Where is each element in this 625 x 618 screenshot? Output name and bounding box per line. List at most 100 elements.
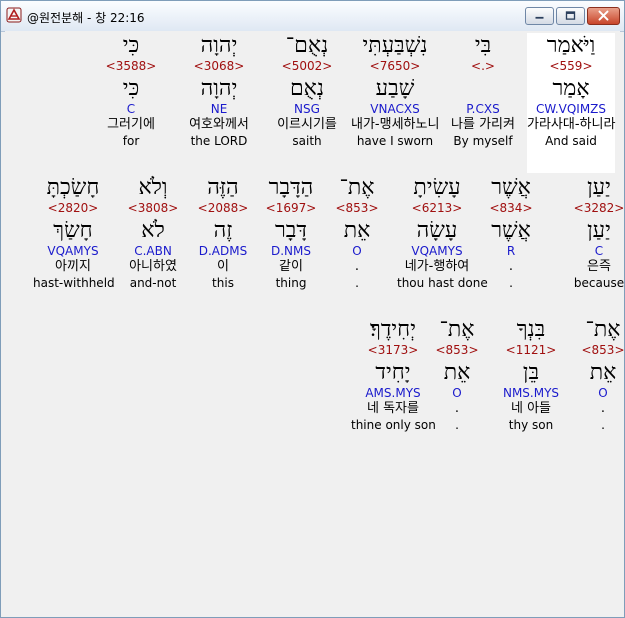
strong-number: <7650> xyxy=(369,59,421,73)
word-cell[interactable]: בִּי <.> P.CXS 나를 가리켜 By myself xyxy=(439,33,527,173)
korean-gloss: 아니하였 xyxy=(129,259,177,274)
morphology-code: C xyxy=(594,244,604,258)
strong-number: <.> xyxy=(471,59,495,73)
korean-gloss: 아끼지 xyxy=(55,259,91,274)
korean-gloss: . xyxy=(508,259,514,274)
hebrew-word: יְהוָה xyxy=(200,33,238,58)
hebrew-word: הַזֶּה xyxy=(207,175,239,200)
strong-number: <1121> xyxy=(505,343,557,357)
lexical-form: יְהוָה xyxy=(200,76,238,101)
english-gloss: the LORD xyxy=(190,134,248,148)
word-cell[interactable]: בִּנְךָ <1121> בֵּן NMS.MYS 네 아들 thy son xyxy=(489,317,573,457)
hebrew-word: נְאֻם־ xyxy=(285,33,329,58)
korean-gloss: 내가-맹세하노니 xyxy=(351,117,440,132)
english-gloss: have I sworn xyxy=(356,134,434,148)
hebrew-word: וְלֹא xyxy=(138,175,168,200)
morphology-code: AMS.MYS xyxy=(365,386,421,400)
english-gloss: thy son xyxy=(508,418,554,432)
word-cell[interactable]: אֲשֶׁר <834> אֲשֶׁר R.. xyxy=(471,175,551,315)
strong-number: <6213> xyxy=(411,201,463,215)
minimize-button[interactable] xyxy=(525,7,554,25)
english-gloss: saith xyxy=(292,134,322,148)
morphology-code: NE xyxy=(210,102,228,116)
close-icon xyxy=(598,10,609,21)
strong-number: <1697> xyxy=(265,201,317,215)
hebrew-word: יְחִידֶךָ׃ xyxy=(370,317,416,342)
korean-gloss: 나를 가리켜 xyxy=(451,117,515,132)
lexical-form: שָׁבַע xyxy=(375,76,415,101)
korean-gloss: 그러기에 xyxy=(107,117,155,132)
korean-gloss: 네가-행하여 xyxy=(404,259,470,274)
word-cell[interactable]: וַיֹּאמַר <559> אָמַר CW.VQIMZS 가라사대-하니라 And … xyxy=(527,33,615,173)
morphology-code: NMS.MYS xyxy=(502,386,560,400)
morphology-code: VNACXS xyxy=(370,102,420,116)
morphology-code: R xyxy=(506,244,516,258)
hebrew-word: חָשַׂכְתָּ xyxy=(46,175,100,200)
lexical-form: דָּבָר xyxy=(275,218,307,243)
title-bar[interactable]: @원전분해 - 창 22:16 xyxy=(1,1,624,32)
strong-number: <559> xyxy=(549,59,593,73)
lexical-form: לֹא xyxy=(141,218,165,243)
word-cell[interactable]: יַעַן <3282> יַעַן C 은즉 because xyxy=(559,175,625,315)
lexical-form: אֲשֶׁר xyxy=(491,218,531,243)
english-gloss: thine only son xyxy=(351,418,436,432)
word-cell[interactable]: נְאֻם־ <5002> נְאֻם NSG 이르시기를 saith xyxy=(263,33,351,173)
morphology-code: D.ADMS xyxy=(198,244,248,258)
korean-gloss: 여호와께서 xyxy=(189,117,249,132)
app-window: @원전분해 - 창 22:16 וַיֹּאמַר <559> אָמַר CW.VQ… xyxy=(0,0,625,618)
word-cell[interactable]: חָשַׂכְתָּ <2820> חָשַׂךְ VQAMYS 아끼지 hast-wit… xyxy=(33,175,115,315)
close-button[interactable] xyxy=(587,7,620,25)
morphology-code: CW.VQIMZS xyxy=(535,102,607,116)
korean-gloss: 네 아들 xyxy=(510,401,551,416)
english-gloss: hast-withheld xyxy=(33,276,115,290)
hebrew-word: בִּנְךָ xyxy=(516,317,546,342)
hebrew-word: נִשְׁבַּעְתִּי xyxy=(362,33,428,58)
word-cell[interactable]: הַדָּבָר <1697> דָּבָר D.NMS 같이 thing xyxy=(251,175,331,315)
word-cell[interactable]: יְהוָה <3068> יְהוָה NE 여호와께서 the LORD xyxy=(175,33,263,173)
word-cell[interactable]: נִשְׁבַּעְתִּי <7650> שָׁבַע VNACXS 내가-맹세하노니… xyxy=(351,33,439,173)
english-gloss: thou hast done xyxy=(397,276,488,290)
word-cell[interactable]: עָשִׂיתָ <6213> עָשָׂה VQAMYS 네가-행하여 thou has… xyxy=(397,175,488,315)
word-cell[interactable]: וְלֹא <3808> לֹא C.ABN 아니하였 and-not xyxy=(113,175,193,315)
english-gloss: And said xyxy=(545,134,597,148)
morphology-code: C.ABN xyxy=(134,244,172,258)
lexical-form: עָשָׂה xyxy=(416,218,458,243)
word-cell[interactable]: כִּי <3588> כִּי C 그러기에 for xyxy=(87,33,175,173)
maximize-icon xyxy=(565,11,576,20)
morphology-code: NSG xyxy=(294,102,320,116)
minimize-icon xyxy=(535,16,544,19)
strong-number: <5002> xyxy=(281,59,333,73)
lexical-form: זֶה xyxy=(213,218,233,243)
lexical-form: אָמַר xyxy=(552,76,590,101)
strong-number: <3808> xyxy=(127,201,179,215)
strong-number: <3173> xyxy=(367,343,419,357)
korean-gloss: 같이 xyxy=(279,259,303,274)
morphology-code: P.CXS xyxy=(466,102,500,116)
hebrew-word: אֲשֶׁר xyxy=(491,175,531,200)
maximize-button[interactable] xyxy=(556,7,585,25)
word-cell[interactable]: יְחִידֶךָ׃ <3173> יָחִיד AMS.MYS 네 독자를 thine … xyxy=(351,317,436,457)
english-gloss: and-not xyxy=(129,276,177,290)
lexical-form: חָשַׂךְ xyxy=(53,218,93,243)
strong-number: <834> xyxy=(489,201,533,215)
lexical-form: בֵּן xyxy=(522,360,540,385)
english-gloss: thing xyxy=(275,276,307,290)
app-icon xyxy=(6,7,22,23)
window-title: @원전분해 - 창 22:16 xyxy=(27,11,145,25)
word-cell[interactable]: הַזֶּה <2088> זֶה D.ADMS 이 this xyxy=(183,175,263,315)
korean-gloss: 가라사대-하니라 xyxy=(527,117,616,132)
hebrew-word: וַיֹּאמַר xyxy=(546,33,596,58)
lexical-form: כִּי xyxy=(122,76,140,101)
english-gloss: By myself xyxy=(453,134,513,148)
english-gloss: this xyxy=(212,276,234,290)
analysis-pane: וַיֹּאמַר <559> אָמַר CW.VQIMZS 가라사대-하니라 And … xyxy=(5,31,625,613)
lexical-form xyxy=(439,76,527,102)
hebrew-word: כִּי xyxy=(122,33,140,58)
lexical-form: יַעַן xyxy=(587,218,611,243)
hebrew-word: יַעַן xyxy=(587,175,611,200)
morphology-code: C xyxy=(126,102,136,116)
strong-number: <3588> xyxy=(105,59,157,73)
strong-number: <3282> xyxy=(573,201,625,215)
hebrew-word: בִּי xyxy=(474,33,492,58)
korean-gloss: 이르시기를 xyxy=(277,117,337,132)
